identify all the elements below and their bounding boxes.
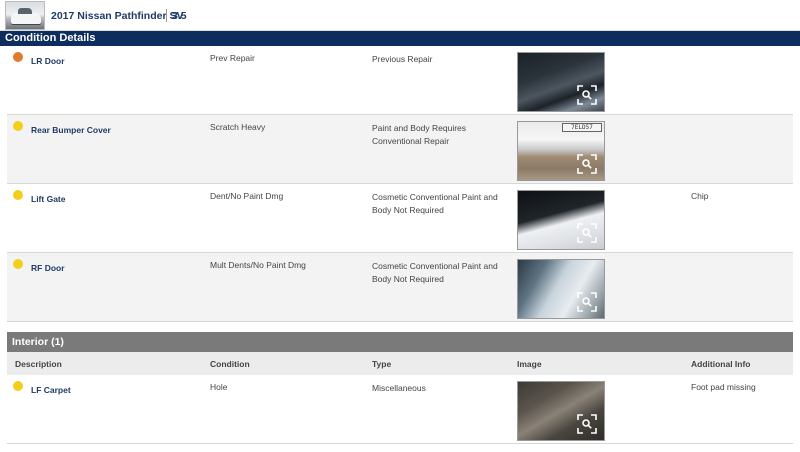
damage-description-link[interactable]: Rear Bumper Cover <box>31 125 111 135</box>
damage-condition: Prev Repair <box>210 53 255 63</box>
column-header-type: Type <box>372 359 392 369</box>
column-header-description: Description <box>15 359 62 369</box>
condition-grade: 3.5 <box>172 10 187 22</box>
vehicle-header: 2017 Nissan Pathfinder SV 3.5 <box>0 0 800 31</box>
license-plate: 7ELD57 <box>562 123 602 132</box>
severity-dot <box>13 259 23 269</box>
damage-photo[interactable] <box>517 381 605 441</box>
interior-section-header[interactable]: Interior (1) <box>7 332 793 352</box>
damage-photo[interactable] <box>517 52 605 112</box>
damage-photo[interactable] <box>517 259 605 319</box>
damage-type: Paint and Body Requires Conventional Rep… <box>372 123 467 146</box>
zoom-expand-icon[interactable] <box>577 292 597 312</box>
zoom-expand-icon[interactable] <box>577 154 597 174</box>
damage-description-link[interactable]: LF Carpet <box>31 385 71 395</box>
damage-row: RF Door Mult Dents/No Paint Dmg Cosmetic… <box>7 253 793 322</box>
damage-condition: Dent/No Paint Dmg <box>210 191 284 201</box>
zoom-expand-icon[interactable] <box>577 414 597 434</box>
title-separator <box>166 9 167 22</box>
column-header-additional-info: Additional Info <box>691 359 751 369</box>
severity-dot <box>13 190 23 200</box>
damage-type: Cosmetic Conventional Paint and Body Not… <box>372 192 498 215</box>
damage-type: Previous Repair <box>372 54 433 64</box>
vehicle-thumbnail[interactable] <box>5 1 45 30</box>
damage-description-link[interactable]: RF Door <box>31 263 65 273</box>
interior-column-headers: Description Condition Type Image Additio… <box>7 352 793 375</box>
condition-details-header: Condition Details <box>0 31 800 46</box>
damage-type: Miscellaneous <box>372 383 426 393</box>
damage-additional-info: Foot pad missing <box>691 382 756 392</box>
severity-dot <box>13 52 23 62</box>
damage-row: LR Door Prev Repair Previous Repair <box>7 46 793 115</box>
damage-row: Rear Bumper Cover Scratch Heavy Paint an… <box>7 115 793 184</box>
severity-dot <box>13 381 23 391</box>
damage-condition: Hole <box>210 382 228 392</box>
zoom-expand-icon[interactable] <box>577 85 597 105</box>
vehicle-title: 2017 Nissan Pathfinder SV <box>51 10 184 22</box>
damage-description-link[interactable]: LR Door <box>31 56 65 66</box>
damage-condition: Scratch Heavy <box>210 122 266 132</box>
column-header-image: Image <box>517 359 542 369</box>
damage-type: Cosmetic Conventional Paint and Body Not… <box>372 261 498 284</box>
damage-description-link[interactable]: Lift Gate <box>31 194 65 204</box>
zoom-expand-icon[interactable] <box>577 223 597 243</box>
damage-row: Lift Gate Dent/No Paint Dmg Cosmetic Con… <box>7 184 793 253</box>
damage-photo[interactable] <box>517 190 605 250</box>
damage-additional-info: Chip <box>691 191 709 201</box>
column-header-condition: Condition <box>210 359 250 369</box>
damage-row: LF Carpet Hole Miscellaneous Foot pad mi… <box>7 375 793 444</box>
damage-condition: Mult Dents/No Paint Dmg <box>210 260 306 270</box>
damage-photo[interactable]: 7ELD57 <box>517 121 605 181</box>
severity-dot <box>13 121 23 131</box>
